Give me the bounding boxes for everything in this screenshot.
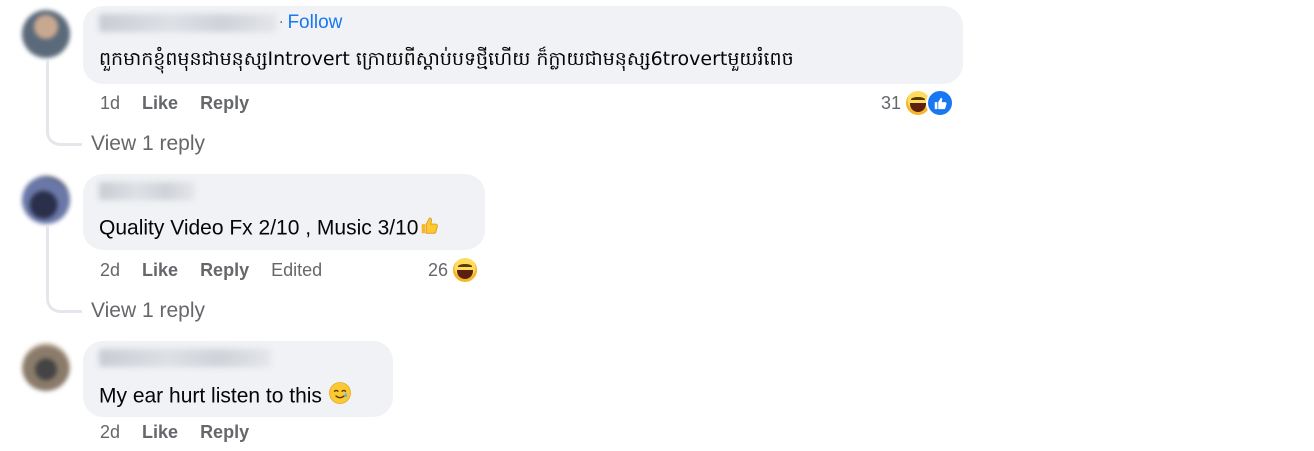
timestamp[interactable]: 2d (100, 422, 120, 443)
comment-header: · Follow (99, 12, 949, 40)
thread-connector (46, 126, 82, 146)
avatar[interactable] (22, 10, 70, 58)
reaction-count: 26 (428, 259, 449, 280)
smiling-tear-emoji (328, 381, 352, 413)
view-replies-link[interactable]: View 1 reply (91, 299, 205, 323)
comment-text: Quality Video Fx 2/10 , Music 3/10 (99, 214, 471, 244)
thread-line (46, 60, 49, 128)
avatar[interactable] (22, 176, 70, 224)
view-replies-link[interactable]: View 1 reply (91, 132, 205, 156)
like-reaction-icon (926, 89, 955, 117)
follow-button[interactable]: Follow (287, 12, 342, 33)
comment-actions: 1d Like Reply (100, 92, 271, 114)
author-name[interactable] (99, 181, 195, 200)
reply-button[interactable]: Reply (200, 93, 249, 114)
separator-dot: · (279, 15, 284, 31)
comments-section: · Follow ពួកមាកខ្ញុំពមុនជាមនុស្សIntrovert… (0, 0, 1314, 451)
like-button[interactable]: Like (142, 260, 178, 281)
comment-bubble: · Follow ពួកមាកខ្ញុំពមុនជាមនុស្សIntrovert… (83, 6, 963, 84)
comment-text-body: Quality Video Fx 2/10 , Music 3/10 (99, 216, 419, 240)
comment-header (99, 180, 471, 206)
comment-bubble: My ear hurt listen to this (83, 341, 393, 417)
timestamp[interactable]: 2d (100, 260, 120, 281)
reaction-count: 31 (881, 92, 902, 113)
thread-connector (46, 293, 82, 313)
comment-bubble: Quality Video Fx 2/10 , Music 3/10 (83, 174, 485, 250)
avatar[interactable] (22, 343, 70, 391)
thumbs-up-emoji (418, 214, 440, 244)
comment-header (99, 347, 379, 373)
author-name[interactable] (99, 348, 271, 367)
comment-actions: 2d Like Reply (100, 421, 271, 443)
reply-button[interactable]: Reply (200, 260, 249, 281)
haha-reaction-icon (451, 256, 480, 284)
thread-line (46, 226, 49, 296)
timestamp[interactable]: 1d (100, 93, 120, 114)
comment-text: My ear hurt listen to this (99, 381, 379, 413)
comment-actions: 2d Like Reply Edited (100, 259, 322, 281)
reply-button[interactable]: Reply (200, 422, 249, 443)
reaction-summary[interactable]: 31 (881, 89, 955, 117)
reaction-summary[interactable]: 26 (428, 256, 480, 284)
author-name[interactable] (99, 14, 277, 32)
edited-label: Edited (271, 259, 323, 280)
comment-text-body: My ear hurt listen to this (99, 384, 322, 408)
comment-text: ពួកមាកខ្ញុំពមុនជាមនុស្សIntrovert ក្រោយពី… (99, 48, 794, 70)
like-button[interactable]: Like (142, 422, 178, 443)
like-button[interactable]: Like (142, 93, 178, 114)
